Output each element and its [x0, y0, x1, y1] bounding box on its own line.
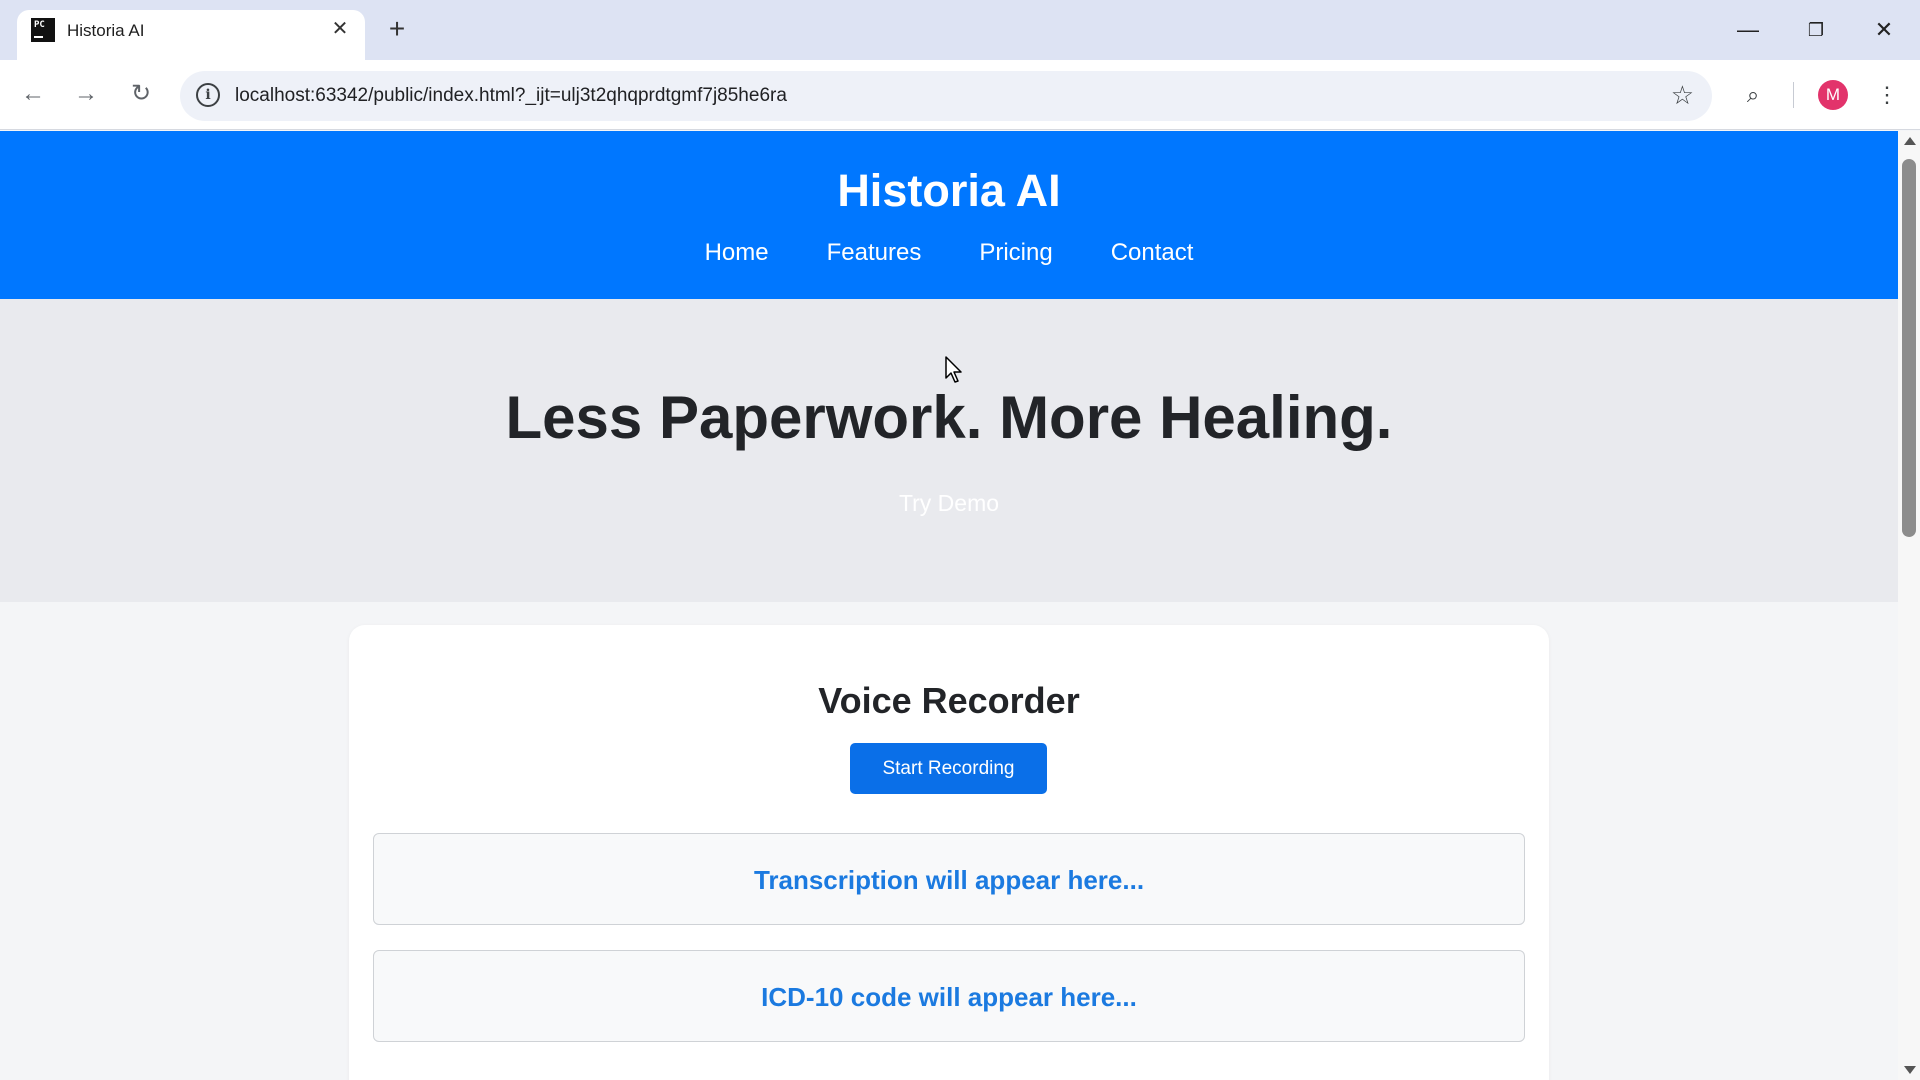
icd-placeholder: ICD-10 code will appear here...	[761, 982, 1137, 1012]
url-text[interactable]: localhost:63342/public/index.html?_ijt=u…	[235, 85, 787, 107]
address-bar[interactable]: i localhost:63342/public/index.html?_ijt…	[180, 71, 1712, 121]
back-icon[interactable]: ←	[15, 76, 51, 112]
try-demo-button[interactable]: Try Demo	[869, 483, 1029, 523]
start-recording-button[interactable]: Start Recording	[850, 743, 1047, 794]
menu-kebab-icon[interactable]: ⋮	[1870, 78, 1904, 112]
transcription-placeholder: Transcription will appear here...	[753, 865, 1145, 895]
site-brand: Historia AI	[837, 165, 1061, 216]
browser-toolbar: ← → ↻ i localhost:63342/public/index.htm…	[0, 60, 1920, 130]
tab-title: Historia AI	[67, 21, 145, 40]
nav-contact-link[interactable]: Contact	[1111, 239, 1194, 267]
minimize-icon[interactable]: —	[1728, 12, 1768, 48]
new-tab-icon[interactable]: +	[382, 14, 412, 44]
pycharm-favicon-icon: PC	[31, 18, 55, 42]
search-tabs-icon[interactable]: ⌕	[1736, 78, 1770, 112]
restore-icon[interactable]: ❐	[1796, 12, 1836, 48]
recorder-title: Voice Recorder	[818, 680, 1080, 721]
scroll-down-icon[interactable]	[1904, 1066, 1916, 1074]
profile-avatar[interactable]: M	[1818, 80, 1848, 110]
site-info-icon[interactable]: i	[196, 83, 220, 107]
reload-icon[interactable]: ↻	[123, 76, 159, 112]
nav-home-link[interactable]: Home	[705, 239, 769, 267]
site-header: Historia AI Home Features Pricing Contac…	[0, 131, 1898, 299]
page-viewport: Historia AI Home Features Pricing Contac…	[0, 131, 1898, 1080]
browser-tab[interactable]: PC Historia AI ✕	[17, 10, 365, 60]
bookmark-star-icon[interactable]: ☆	[1671, 80, 1694, 111]
close-window-icon[interactable]: ✕	[1864, 12, 1904, 48]
voice-recorder-card: Voice Recorder Start Recording Transcrip…	[349, 625, 1549, 1080]
scroll-up-icon[interactable]	[1904, 137, 1916, 145]
close-tab-icon[interactable]: ✕	[327, 16, 353, 42]
hero-section: Less Paperwork. More Healing. Try Demo	[0, 299, 1898, 602]
site-nav: Home Features Pricing Contact	[0, 239, 1898, 267]
page-scrollbar[interactable]	[1898, 131, 1920, 1080]
nav-pricing-link[interactable]: Pricing	[979, 239, 1052, 267]
icd-code-output: ICD-10 code will appear here...	[373, 950, 1525, 1042]
transcription-output: Transcription will appear here...	[373, 833, 1525, 925]
tab-strip: PC Historia AI ✕ + — ❐ ✕	[0, 0, 1920, 60]
scroll-thumb[interactable]	[1902, 159, 1916, 537]
forward-icon[interactable]: →	[68, 76, 104, 112]
toolbar-separator	[1793, 82, 1794, 108]
nav-features-link[interactable]: Features	[827, 239, 922, 267]
hero-headline: Less Paperwork. More Healing.	[505, 384, 1393, 451]
